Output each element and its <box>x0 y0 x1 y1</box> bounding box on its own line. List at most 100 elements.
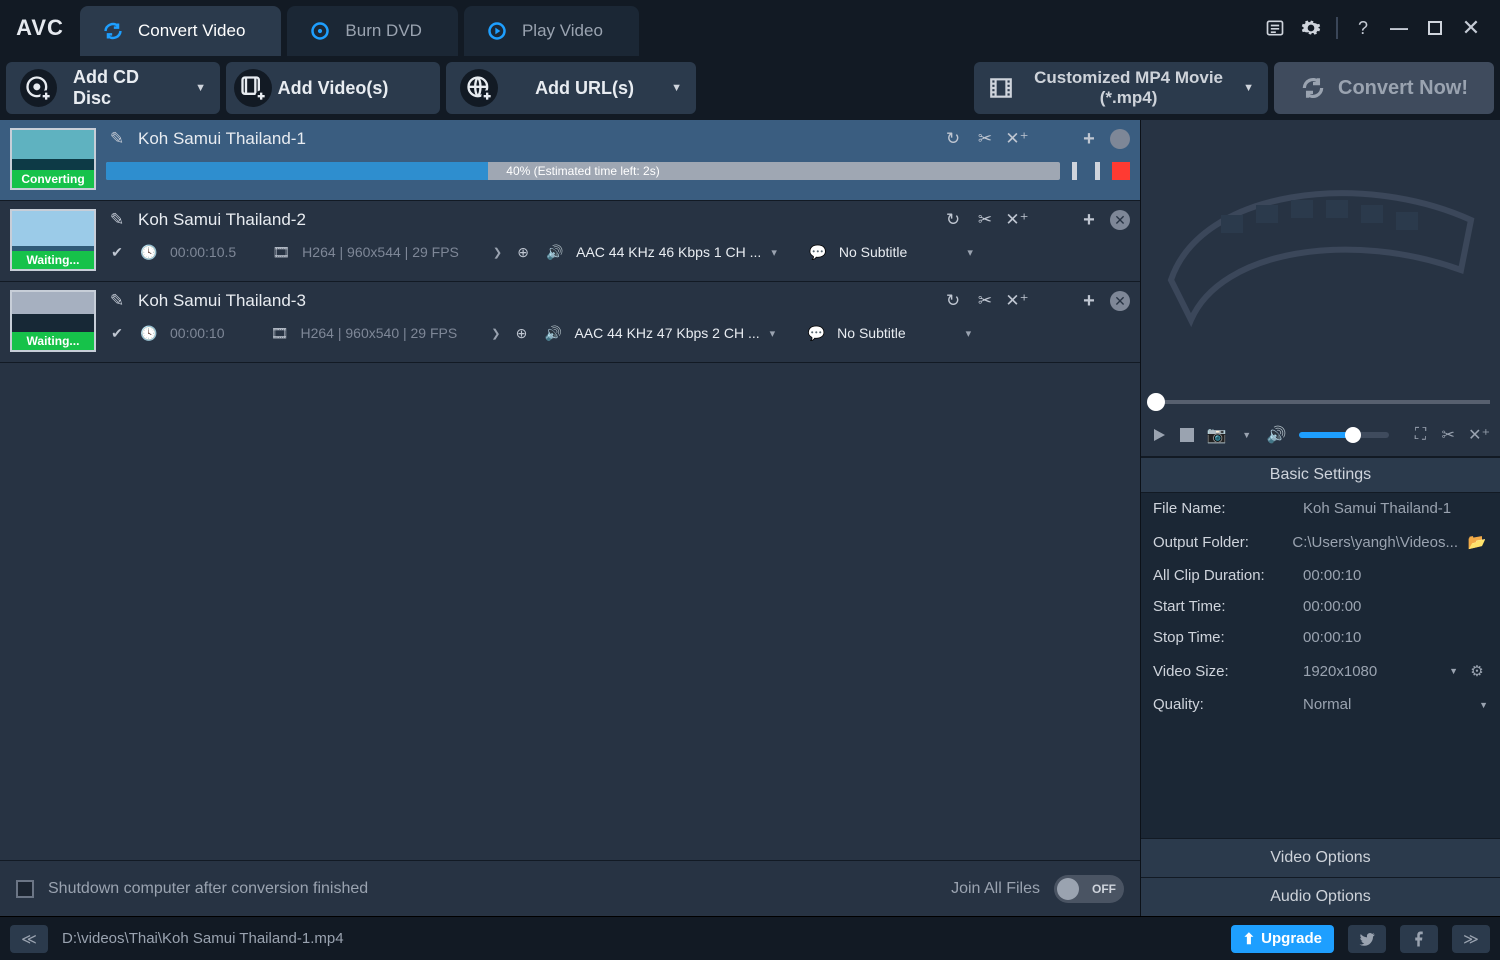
status-badge: Waiting... <box>12 251 94 269</box>
upgrade-label: Upgrade <box>1261 930 1322 947</box>
disc-plus-icon <box>20 69 57 107</box>
reload-icon[interactable]: ↻ <box>942 209 964 231</box>
quality-select[interactable]: Normal <box>1303 696 1351 713</box>
file-name-value[interactable]: Koh Samui Thailand-1 <box>1303 500 1488 517</box>
add-urls-button[interactable]: Add URL(s) ▼ <box>446 62 696 114</box>
check-icon[interactable]: ✔ <box>106 322 128 344</box>
item-audio-info[interactable]: AAC 44 KHz 47 Kbps 2 CH ... <box>574 325 759 341</box>
film-icon <box>988 75 1014 101</box>
speaker-icon: 🔊 <box>542 322 564 344</box>
folder-open-icon[interactable]: 📂 <box>1466 531 1488 553</box>
chevron-down-icon[interactable]: ▾ <box>770 327 776 340</box>
stop-button[interactable] <box>1112 162 1130 180</box>
volume-slider[interactable] <box>1299 432 1389 438</box>
gear-icon[interactable] <box>1300 17 1322 39</box>
item-title: Koh Samui Thailand-2 <box>138 210 306 230</box>
maximize-button[interactable] <box>1424 17 1446 39</box>
filmstrip-graphic <box>1161 160 1481 350</box>
crossed-tools-icon[interactable]: ✕⁺ <box>1006 209 1028 231</box>
queue-item[interactable]: Waiting... ✎ Koh Samui Thailand-2 ↻ ✂ ✕⁺… <box>0 201 1140 282</box>
item-subtitle[interactable]: No Subtitle <box>837 325 905 341</box>
reload-icon[interactable]: ↻ <box>942 290 964 312</box>
tab-convert-video[interactable]: Convert Video <box>80 6 281 56</box>
speaker-icon: 🔊 <box>544 241 566 263</box>
crossed-tools-icon[interactable]: ✕⁺ <box>1006 128 1028 150</box>
remove-icon[interactable]: ✕ <box>1110 291 1130 311</box>
pause-button[interactable] <box>1072 162 1100 180</box>
tab-play-video[interactable]: Play Video <box>464 6 639 56</box>
button-label: Add URL(s) <box>514 78 655 99</box>
remove-icon[interactable] <box>1110 129 1130 149</box>
start-time-value[interactable]: 00:00:00 <box>1303 598 1488 615</box>
collapse-left-button[interactable]: ≪ <box>10 925 48 953</box>
video-size-label: Video Size: <box>1153 663 1303 680</box>
plus-icon[interactable]: + <box>1078 128 1100 150</box>
video-options-section[interactable]: Video Options <box>1141 838 1500 877</box>
output-folder-value[interactable]: C:\Users\yangh\Videos... <box>1292 534 1458 551</box>
audio-options-section[interactable]: Audio Options <box>1141 877 1500 916</box>
basic-settings-header: Basic Settings <box>1141 458 1500 493</box>
edit-icon[interactable]: ✎ <box>106 128 128 150</box>
chevron-down-icon[interactable]: ▼ <box>1479 700 1488 710</box>
snapshot-icon[interactable]: 📷 <box>1207 424 1227 446</box>
item-subtitle[interactable]: No Subtitle <box>839 244 907 260</box>
target-icon: ⊕ <box>512 241 534 263</box>
minimize-button[interactable]: — <box>1388 17 1410 39</box>
chevron-down-icon[interactable]: ▼ <box>1239 424 1255 446</box>
shutdown-checkbox[interactable] <box>16 880 34 898</box>
clip-duration-value: 00:00:10 <box>1303 567 1488 584</box>
preview-seek-slider[interactable] <box>1141 390 1500 414</box>
chevron-down-icon[interactable]: ▼ <box>1449 666 1458 676</box>
item-audio-info[interactable]: AAC 44 KHz 46 Kbps 1 CH ... <box>576 244 761 260</box>
chevron-down-icon[interactable]: ▾ <box>967 246 973 259</box>
fullscreen-icon[interactable]: ⛶ <box>1413 424 1429 446</box>
quality-label: Quality: <box>1153 696 1303 713</box>
scissors-icon[interactable]: ✂ <box>974 128 996 150</box>
queue-item[interactable]: Converting ✎ Koh Samui Thailand-1 ↻ ✂ ✕⁺… <box>0 120 1140 201</box>
remove-icon[interactable]: ✕ <box>1110 210 1130 230</box>
tab-burn-dvd[interactable]: Burn DVD <box>287 6 458 56</box>
scissors-icon[interactable]: ✂ <box>974 290 996 312</box>
join-files-toggle[interactable]: OFF <box>1054 875 1124 903</box>
crossed-tools-icon[interactable]: ✕⁺ <box>1006 290 1028 312</box>
expand-right-button[interactable]: ≫ <box>1452 925 1490 953</box>
output-profile-select[interactable]: Customized MP4 Movie (*.mp4) ▼ <box>974 62 1268 114</box>
refresh-icon <box>102 20 124 42</box>
twitter-icon[interactable] <box>1348 925 1386 953</box>
check-icon[interactable]: ✔ <box>106 241 128 263</box>
reload-icon[interactable]: ↻ <box>942 128 964 150</box>
add-videos-button[interactable]: Add Video(s) <box>226 62 440 114</box>
chevron-down-icon[interactable]: ▾ <box>966 327 972 340</box>
queue-item[interactable]: Waiting... ✎ Koh Samui Thailand-3 ↻ ✂ ✕⁺… <box>0 282 1140 363</box>
gear-icon[interactable]: ⚙ <box>1466 660 1488 682</box>
chevron-down-icon[interactable]: ▾ <box>771 246 777 259</box>
separator <box>1336 17 1338 39</box>
upload-icon: ⬆ <box>1243 930 1256 948</box>
edit-icon[interactable]: ✎ <box>106 290 128 312</box>
volume-icon[interactable]: 🔊 <box>1267 424 1287 446</box>
close-button[interactable]: ✕ <box>1460 17 1482 39</box>
subtitle-icon: 💬 <box>805 322 827 344</box>
menu-icon[interactable] <box>1264 17 1286 39</box>
add-cd-disc-button[interactable]: Add CD Disc ▼ <box>6 62 220 114</box>
facebook-icon[interactable] <box>1400 925 1438 953</box>
convert-now-button[interactable]: Convert Now! <box>1274 62 1494 114</box>
edit-icon[interactable]: ✎ <box>106 209 128 231</box>
plus-icon[interactable]: + <box>1078 290 1100 312</box>
upgrade-button[interactable]: ⬆ Upgrade <box>1231 925 1334 953</box>
stop-icon[interactable] <box>1179 424 1195 446</box>
scissors-icon[interactable]: ✂ <box>974 209 996 231</box>
video-size-select[interactable]: 1920x1080 <box>1303 663 1377 680</box>
help-icon[interactable]: ? <box>1352 17 1374 39</box>
play-icon[interactable] <box>1151 424 1167 446</box>
video-thumbnail: Waiting... <box>10 209 96 271</box>
scissors-icon[interactable]: ✂ <box>1440 424 1456 446</box>
stop-time-value[interactable]: 00:00:10 <box>1303 629 1488 646</box>
chevron-right-icon[interactable]: ❯ <box>491 327 500 340</box>
current-file-path: D:\videos\Thai\Koh Samui Thailand-1.mp4 <box>62 930 344 947</box>
tab-label: Burn DVD <box>345 21 422 41</box>
crossed-tools-icon[interactable]: ✕⁺ <box>1468 424 1490 446</box>
chevron-right-icon[interactable]: ❯ <box>493 246 502 259</box>
item-title: Koh Samui Thailand-1 <box>138 129 306 149</box>
plus-icon[interactable]: + <box>1078 209 1100 231</box>
